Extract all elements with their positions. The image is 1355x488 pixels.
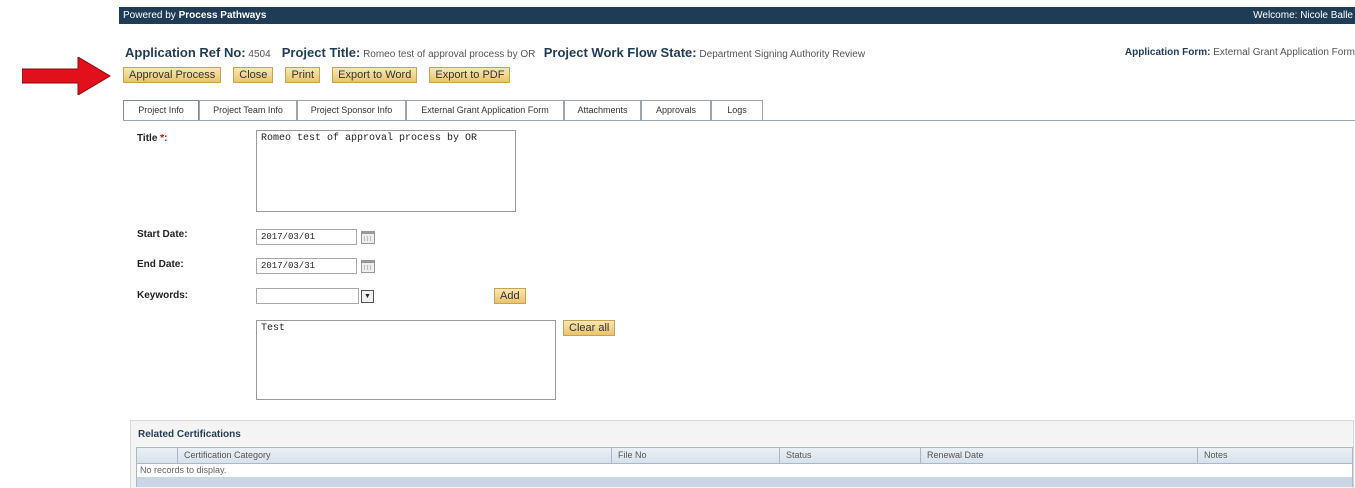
tab-project-team-info[interactable]: Project Team Info: [199, 100, 297, 120]
tab-logs[interactable]: Logs: [711, 100, 763, 120]
app-ref-value: 4504: [248, 49, 271, 60]
calendar-icon[interactable]: [361, 231, 375, 244]
workflow-state-value: Department Signing Authority Review: [699, 49, 866, 60]
section-title: Related Certifications: [138, 429, 241, 440]
powered-by: Powered by Process Pathways: [123, 10, 267, 21]
action-toolbar: Approval Process Close Print Export to W…: [123, 67, 519, 83]
tab-external-grant-application-form[interactable]: External Grant Application Form: [406, 100, 564, 120]
app-ref-label: Application Ref No:: [125, 45, 246, 60]
column-header[interactable]: Renewal Date: [927, 450, 984, 460]
welcome-text: Welcome: Nicole Balle: [1253, 10, 1353, 21]
column-header[interactable]: Notes: [1204, 450, 1228, 460]
keywords-label: Keywords:: [137, 290, 189, 301]
end-date-input[interactable]: 2017/03/31: [256, 258, 357, 274]
top-bar: Powered by Process Pathways Welcome: Nic…: [119, 7, 1355, 24]
project-title-value: Romeo test of approval process by OR: [363, 49, 536, 60]
project-title-label: Project Title:: [281, 45, 361, 60]
column-header[interactable]: Certification Category: [184, 450, 271, 460]
print-button[interactable]: Print: [285, 67, 321, 83]
table-header: Certification Category File No Status Re…: [137, 448, 1352, 464]
application-form-info: Application Form: External Grant Applica…: [1125, 47, 1355, 58]
add-keyword-button[interactable]: Add: [494, 288, 526, 304]
table-footer: [137, 477, 1352, 487]
start-date-input[interactable]: 2017/03/01: [256, 229, 357, 245]
end-date-label: End Date:: [137, 259, 184, 270]
application-header: Application Ref No: 4504 Project Title: …: [125, 45, 1355, 61]
app-form-label: Application Form:: [1124, 47, 1211, 58]
approval-process-button[interactable]: Approval Process: [123, 67, 222, 83]
export-word-button[interactable]: Export to Word: [332, 67, 418, 83]
red-arrow-annotation: [22, 57, 111, 95]
title-textarea[interactable]: Romeo test of approval process by OR: [256, 130, 516, 212]
tab-project-info[interactable]: Project Info: [123, 100, 199, 121]
empty-message: No records to display.: [140, 465, 227, 475]
chevron-down-icon[interactable]: ▼: [361, 290, 374, 303]
column-header[interactable]: Status: [786, 450, 812, 460]
calendar-icon[interactable]: [361, 260, 375, 273]
tab-attachments[interactable]: Attachments: [564, 100, 641, 120]
column-header[interactable]: File No: [618, 450, 647, 460]
clear-all-button[interactable]: Clear all: [563, 320, 616, 336]
tab-project-sponsor-info[interactable]: Project Sponsor Info: [297, 100, 406, 120]
keywords-list[interactable]: Test: [256, 320, 556, 400]
brand-name: Process Pathways: [178, 10, 267, 21]
tab-divider: [123, 120, 1355, 121]
certifications-table: Certification Category File No Status Re…: [136, 447, 1353, 487]
tab-approvals[interactable]: Approvals: [641, 100, 711, 120]
start-date-label: Start Date:: [137, 229, 188, 240]
title-label: Title *:: [137, 133, 168, 144]
related-certifications-panel: Related Certifications Certification Cat…: [130, 420, 1354, 488]
close-button[interactable]: Close: [233, 67, 274, 83]
required-marker: *:: [160, 133, 168, 144]
workflow-state-label: Project Work Flow State:: [543, 45, 697, 60]
keywords-select[interactable]: [256, 288, 359, 304]
app-form-value: External Grant Application Form: [1213, 47, 1355, 58]
export-pdf-button[interactable]: Export to PDF: [429, 67, 511, 83]
